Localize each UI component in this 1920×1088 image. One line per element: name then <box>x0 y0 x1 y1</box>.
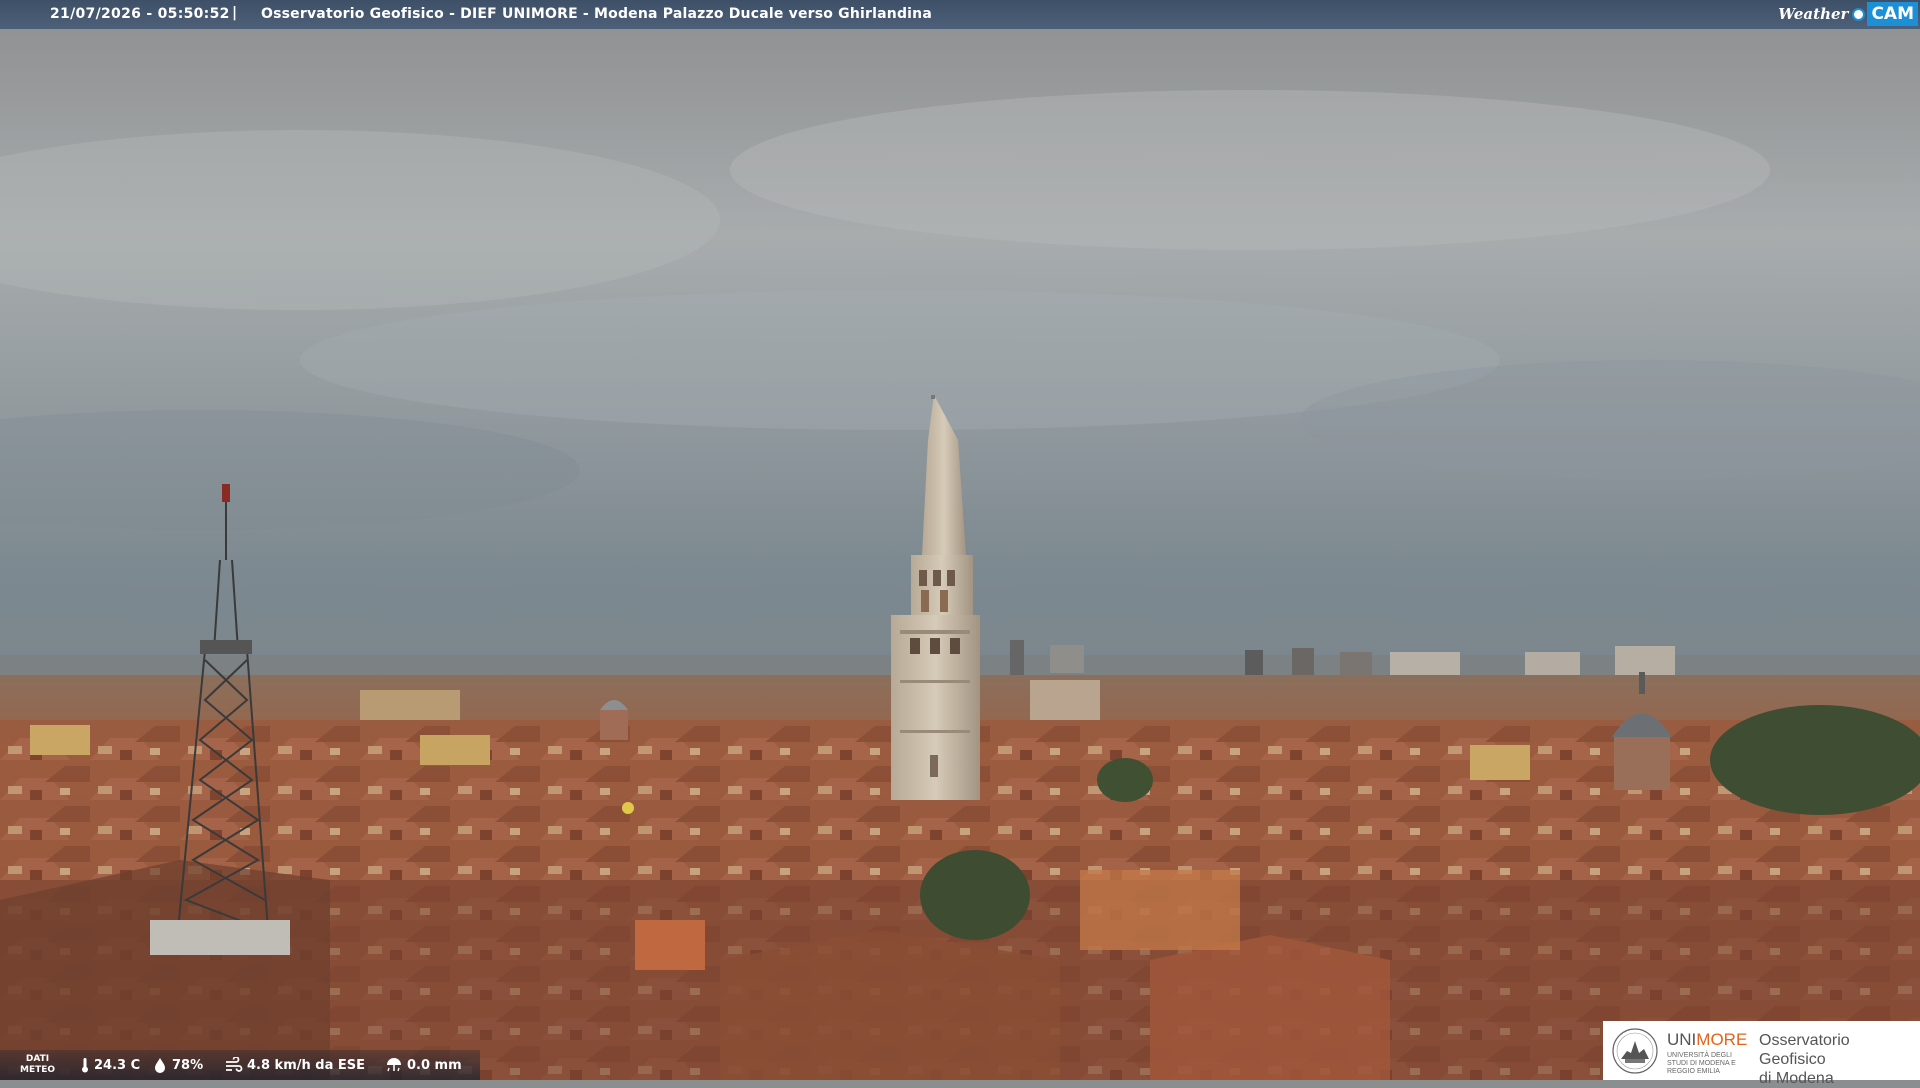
caption-bar: 21/07/2026 - 05:50:52 | Osservatorio Geo… <box>0 0 1920 29</box>
unimore-prefix: UNI <box>1667 1030 1697 1049</box>
timestamp: 21/07/2026 - 05:50:52 <box>50 6 230 22</box>
wind-value: 4.8 km/h da ESE <box>247 1057 366 1073</box>
rain-value: 0.0 mm <box>407 1057 462 1073</box>
camera-title: Osservatorio Geofisico - DIEF UNIMORE - … <box>261 6 932 22</box>
wind-reading: 4.8 km/h da ESE <box>225 1057 365 1073</box>
webcam-image <box>0 0 1920 1080</box>
observatory-name: Osservatorio Geofisico di Modena <box>1759 1031 1920 1088</box>
camera-lens-icon <box>1852 7 1866 21</box>
rain-reading: 0.0 mm <box>385 1057 462 1073</box>
unimore-suffix: MORE <box>1696 1030 1748 1049</box>
observatory-name-line2: di Modena <box>1759 1070 1834 1087</box>
droplet-icon <box>155 1058 165 1073</box>
thermometer-icon <box>82 1058 88 1073</box>
unimore-seal-icon <box>1612 1028 1658 1074</box>
rain-icon <box>387 1058 401 1072</box>
temperature-reading: 24.3 C <box>80 1057 140 1073</box>
observatory-name-line1: Osservatorio Geofisico <box>1759 1032 1850 1068</box>
weather-data-label-line1: DATI <box>25 1054 50 1064</box>
humidity-reading: 78% <box>152 1057 203 1073</box>
brand-cam-text: CAM <box>1867 2 1918 26</box>
caption-separator: | <box>232 5 238 21</box>
university-subtitle: UNIVERSITÀ DEGLI STUDI DI MODENA E REGGI… <box>1667 1052 1736 1075</box>
weather-data-label-line2: METEO <box>20 1065 56 1075</box>
brand-weather-text: Weather <box>1778 5 1849 23</box>
temperature-value: 24.3 C <box>94 1057 141 1073</box>
weather-data-bar: DATI METEO 24.3 C 78% 4.8 km/h da ESE 0.… <box>0 1050 480 1080</box>
unimore-wordmark: UNIMORE <box>1667 1030 1747 1050</box>
weathercam-logo: Weather CAM <box>1772 2 1918 26</box>
unimore-logo-box: UNIMORE UNIVERSITÀ DEGLI STUDI DI MODENA… <box>1603 1021 1920 1087</box>
weather-data-label: DATI METEO <box>20 1054 55 1076</box>
wind-icon <box>226 1057 243 1072</box>
humidity-value: 78% <box>172 1057 204 1073</box>
